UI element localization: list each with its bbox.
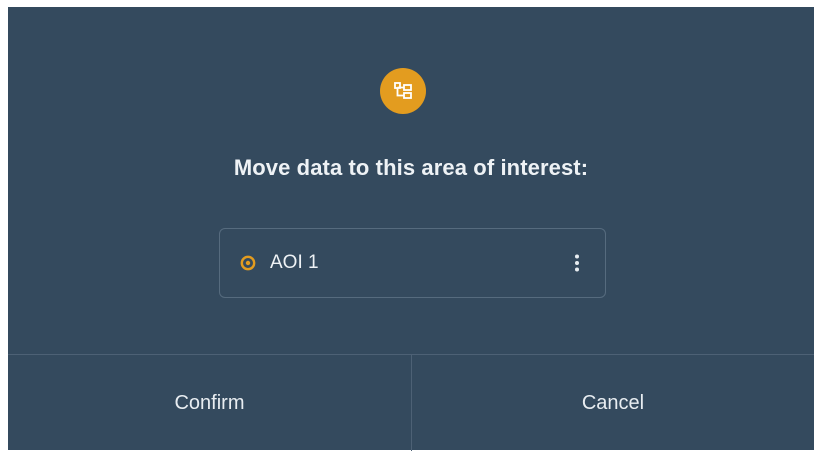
folder-tree-icon	[380, 68, 426, 114]
dialog-actions: Confirm Cancel	[8, 354, 814, 451]
dialog-title: Move data to this area of interest:	[233, 155, 589, 180]
confirm-button[interactable]: Confirm	[8, 355, 412, 451]
move-data-dialog: Move data to this area of interest: AOI …	[8, 7, 814, 451]
aoi-list-item[interactable]: AOI 1	[219, 228, 606, 298]
aoi-target-icon	[240, 255, 256, 271]
aoi-name: AOI 1	[270, 252, 319, 273]
cancel-button[interactable]: Cancel	[412, 355, 814, 451]
more-vertical-icon[interactable]	[569, 251, 585, 275]
